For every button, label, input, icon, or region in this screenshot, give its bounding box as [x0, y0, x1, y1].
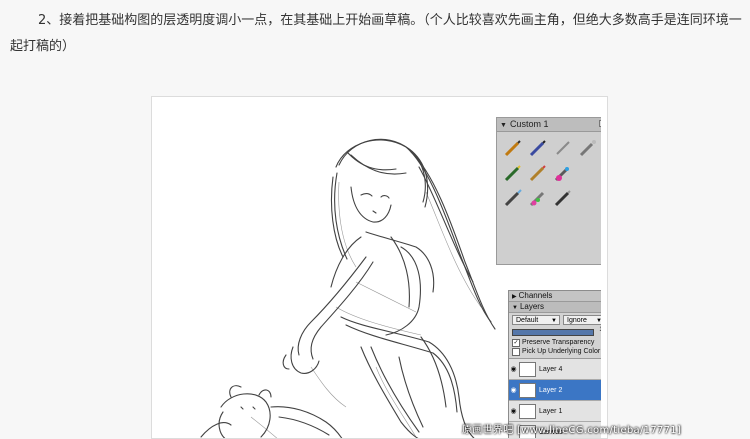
chevron-down-icon: ▼ — [551, 318, 557, 324]
pick-up-underlying-checkbox[interactable] — [512, 347, 520, 356]
eraser-brush-icon[interactable] — [528, 188, 548, 208]
preserve-transparency-label: Preserve Transparency — [522, 339, 595, 346]
eye-icon[interactable]: ◉ — [509, 407, 518, 415]
depth-mode-select[interactable]: Ignore ▼ — [563, 315, 601, 325]
color-brush-icon[interactable] — [553, 163, 573, 183]
layer-thumbnail — [519, 403, 536, 419]
layers-label: Layers — [519, 302, 544, 311]
smudge-brush-icon[interactable] — [553, 188, 573, 208]
layers-panel: ▶Channels ▼Layers Default▼ Ignore▼ 10 ✓P… — [508, 290, 601, 438]
layer-row-layer-4[interactable]: ◉ Layer 4 — [509, 359, 601, 380]
layer-thumbnail — [519, 382, 536, 398]
opacity-slider-track[interactable] — [512, 329, 594, 336]
airbrush-icon[interactable] — [578, 138, 598, 158]
composite-method-select[interactable]: Default ▼ — [512, 315, 560, 325]
marker-brush-icon[interactable] — [503, 163, 523, 183]
brush-grid — [497, 132, 601, 214]
tab-layers[interactable]: ▼ Layers — [509, 302, 601, 313]
pencil-brush-icon[interactable] — [503, 138, 523, 158]
expand-triangle-icon: ▶ — [512, 294, 517, 300]
thin-pencil-brush-icon[interactable] — [553, 138, 573, 158]
eye-icon[interactable]: ◉ — [509, 386, 518, 394]
opacity-value: 10 — [599, 327, 601, 333]
layer-name: Layer 2 — [539, 386, 563, 394]
article-paragraph: 2、接着把基础构图的层透明度调小一点，在其基础上开始画草稿。（个人比较喜欢先画主… — [10, 8, 745, 60]
preserve-transparency-checkbox[interactable]: ✓ — [512, 338, 520, 347]
opacity-slider[interactable]: 10 — [509, 327, 601, 338]
preserve-transparency-row[interactable]: ✓ Preserve Transparency — [509, 338, 601, 347]
collapse-triangle-icon[interactable]: ▼ — [500, 122, 507, 129]
channels-label: Channels — [518, 291, 553, 300]
depth-mode-value: Ignore — [567, 317, 587, 324]
pen-brush-icon[interactable] — [528, 138, 548, 158]
eye-icon[interactable]: ◉ — [509, 365, 518, 373]
pick-up-underlying-row[interactable]: Pick Up Underlying Color — [509, 347, 601, 356]
panel-close-icon[interactable] — [599, 120, 601, 127]
chevron-down-icon: ▼ — [596, 316, 601, 326]
tab-channels[interactable]: ▶ Channels — [509, 291, 601, 302]
layer-thumbnail — [519, 361, 536, 377]
watermark: 原画世界吧 [www.lineCG.com/tieba/17771] — [462, 425, 682, 436]
paragraph-text: 2、接着把基础构图的层透明度调小一点，在其基础上开始画草稿。（个人比较喜欢先画主… — [10, 13, 742, 54]
brush-palette-panel: ▼ Custom 1 — [496, 117, 601, 265]
drawing-canvas[interactable]: ▼ Custom 1 ▶ Channels ▼ Layers Default ▼ Ign… — [161, 107, 601, 438]
layer-name: Layer 1 — [539, 407, 563, 415]
screenshot-frame: ▼ Custom 1 ▶ Channels ▼ Layers Default ▼ Ign… — [151, 96, 608, 439]
pick-up-underlying-label: Pick Up Underlying Color — [522, 348, 601, 355]
layer-row-layer-1[interactable]: ◉ Layer 1 — [509, 401, 601, 422]
brush-panel-title-text: Custom 1 — [509, 119, 549, 129]
knife-brush-icon[interactable] — [503, 188, 523, 208]
brush-panel-title[interactable]: ▼ Custom 1 — [497, 118, 601, 132]
composite-method-value: Default — [516, 317, 539, 324]
collapse-triangle-icon: ▼ — [512, 305, 518, 311]
layer-name: Layer 4 — [539, 365, 563, 373]
layer-row-layer-2[interactable]: ◉ Layer 2 — [509, 380, 601, 401]
oil-brush-icon[interactable] — [528, 163, 548, 183]
